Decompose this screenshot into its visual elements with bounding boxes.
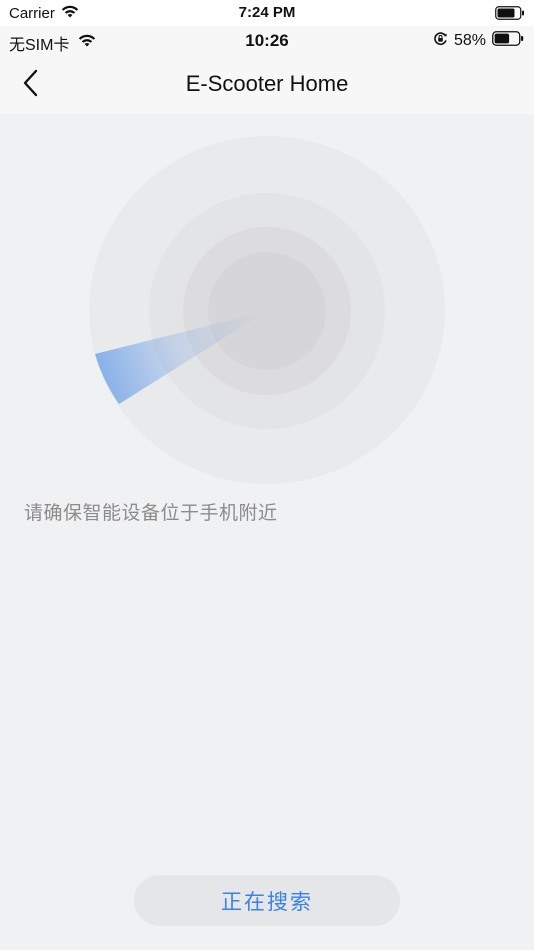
radar-scan-illustration [89, 136, 445, 484]
inner-status-bar: 无SIM卡 10:26 58% [0, 26, 534, 56]
battery-percent: 58% [453, 32, 486, 49]
page-title: E-Scooter Home [185, 71, 349, 96]
battery-icon [492, 31, 524, 51]
outer-status-bar: Carrier 7:24 PM [0, 0, 534, 26]
outer-status-time: 7:24 PM [238, 4, 296, 21]
navigation-bar: E-Scooter Home [0, 56, 534, 114]
proximity-hint: 请确保智能设备位于手机附近 [24, 503, 278, 524]
searching-button[interactable]: 正在搜索 [134, 875, 400, 926]
orientation-lock-icon [433, 31, 448, 51]
battery-icon [495, 6, 525, 25]
battery-group: 58% [433, 31, 524, 51]
